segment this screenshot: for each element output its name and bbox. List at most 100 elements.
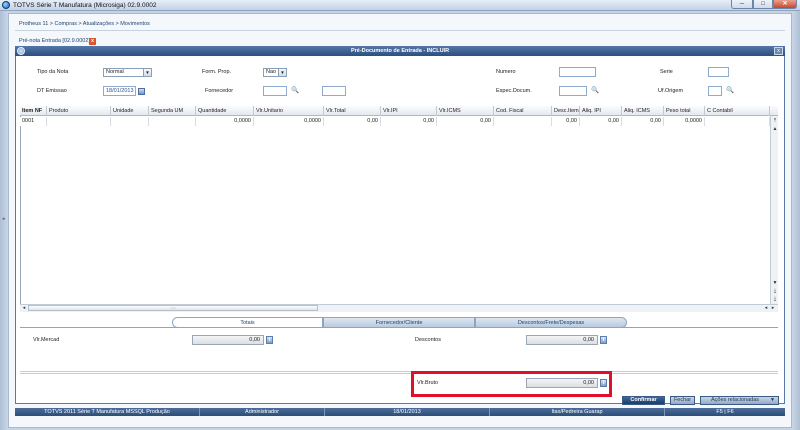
chevron-down-icon: ▼ [770, 397, 775, 403]
grid-header: Item NF Produto Unidade Segunda UM Quant… [20, 106, 778, 116]
col-header[interactable]: Peso total [664, 106, 705, 116]
dialog-globe-icon [17, 47, 25, 55]
col-header[interactable]: Vlr.ICMS [437, 106, 494, 116]
form-prop-label: Form. Prop. [202, 69, 232, 75]
grid-cell[interactable]: 0001 [20, 117, 47, 126]
dt-emissao-label: DT Emissao [37, 88, 67, 94]
close-window-button[interactable]: ✕ [773, 0, 797, 9]
info-icon[interactable]: i [266, 336, 273, 344]
descontos-field: 0,00 [526, 335, 598, 345]
col-header[interactable]: Segunda UM [149, 106, 196, 116]
related-actions-button[interactable]: Ações relacionadas ▼ [700, 396, 779, 405]
grid-cell[interactable]: 0,0000 [664, 117, 705, 126]
grid-cell[interactable] [47, 117, 111, 126]
chevron-down-icon: ▼ [278, 69, 286, 76]
scroll-left-icon[interactable]: ◂ [20, 305, 28, 312]
grid-cell[interactable]: 0,00 [324, 117, 381, 126]
tab-underline [20, 327, 778, 328]
search-icon[interactable]: 🔍 [726, 87, 734, 94]
grid-cell[interactable]: 0,0000 [196, 117, 254, 126]
status-branch: Itax/Pedreira Guarap [490, 408, 665, 416]
table-row[interactable]: 0001 0,0000 0,0000 0,00 0,00 0,00 0,00 0… [20, 117, 778, 126]
col-header[interactable]: Item NF [20, 106, 47, 116]
window-title: TOTVS Série T Manufatura (Microsiga) 02.… [13, 2, 157, 9]
grid-cell[interactable] [705, 117, 770, 126]
status-shortcuts: F5 | F6 [716, 409, 734, 415]
search-icon[interactable]: 🔍 [591, 87, 599, 94]
col-header[interactable]: Cod. Fiscal [494, 106, 552, 116]
scroll-down-icon[interactable]: ▼ [771, 280, 779, 287]
grid-cell[interactable]: 0,0000 [254, 117, 324, 126]
uf-origem-input[interactable] [708, 86, 722, 96]
tipo-nota-label: Tipo da Nota [37, 69, 69, 75]
items-grid[interactable] [20, 106, 778, 312]
document-tab[interactable]: Pré-nota Entrada [02.9.0002] [19, 38, 90, 44]
status-bar: TOTVS 2011 Série T Manufatura MSSQL Prod… [15, 408, 785, 416]
espec-docum-input[interactable] [559, 86, 587, 96]
fornecedor-label: Fornecedor [205, 88, 234, 94]
expand-icon: ◂ [2, 216, 5, 222]
right-edge [792, 11, 800, 430]
grid-cell[interactable] [149, 117, 196, 126]
dialog-close-icon[interactable]: x [774, 47, 783, 55]
numero-label: Numero [496, 69, 516, 75]
col-header[interactable]: Produto [47, 106, 111, 116]
uf-origem-label: Uf.Origem [658, 88, 684, 94]
descontos-label: Descontos [415, 337, 441, 343]
status-environment: TOTVS 2011 Série T Manufatura MSSQL Prod… [15, 408, 200, 416]
minimize-button[interactable]: ─ [731, 0, 753, 9]
form-prop-select[interactable]: Nao ▼ [263, 68, 287, 77]
form-prop-value: Nao [266, 69, 277, 75]
app-icon [2, 1, 10, 9]
scroll-page-down-icon[interactable]: ⤓ [771, 288, 779, 295]
dialog-title: Pré-Documento de Entrada - INCLUIR [15, 46, 785, 56]
scroll-right-icon[interactable]: ▸ [769, 305, 777, 312]
tipo-nota-value: Normal [106, 69, 124, 75]
col-header[interactable]: Desc.Item [552, 106, 580, 116]
scroll-top-icon[interactable]: ⤒ [771, 118, 779, 125]
dt-emissao-input[interactable]: 18/01/2013 [103, 86, 136, 96]
scroll-thumb[interactable]: :::::: [28, 305, 318, 311]
col-header[interactable]: Unidade [111, 106, 149, 116]
info-icon[interactable]: i [600, 336, 607, 344]
search-icon[interactable]: 🔍 [291, 87, 299, 94]
breadcrumb[interactable]: Protheus 11 > Compras > Atualizações > M… [19, 21, 150, 27]
col-header[interactable]: Vlr.Unitario [254, 106, 324, 116]
related-actions-label: Ações relacionadas [711, 397, 760, 403]
divider [15, 30, 785, 31]
grid-cell[interactable]: 0,00 [381, 117, 437, 126]
grid-cell[interactable]: 0,00 [552, 117, 580, 126]
col-header[interactable]: Vlr.IPI [381, 106, 437, 116]
grid-cell[interactable] [494, 117, 552, 126]
scroll-up-icon[interactable]: ▲ [771, 126, 779, 133]
fornecedor-loja-input[interactable] [322, 86, 346, 96]
maximize-button[interactable]: □ [753, 0, 773, 9]
col-header[interactable]: Aliq. ICMS [622, 106, 664, 116]
calendar-icon[interactable] [138, 88, 145, 95]
grid-cell[interactable]: 0,00 [580, 117, 622, 126]
espec-docum-label: Espec.Docum. [496, 88, 532, 94]
scroll-bottom-icon[interactable]: ⤓ [771, 296, 779, 303]
grid-cell[interactable]: 0,00 [622, 117, 664, 126]
close-button[interactable]: Fechar [670, 396, 695, 405]
tipo-nota-select[interactable]: Normal ▼ [103, 68, 152, 77]
numero-input[interactable] [559, 67, 596, 77]
grid-cell[interactable]: 0,00 [437, 117, 494, 126]
grid-vertical-scrollbar[interactable]: ⤒ ▲ ▼ ⤓ ⤓ [770, 116, 778, 304]
fornecedor-input[interactable] [263, 86, 287, 96]
grid-cell[interactable] [111, 117, 149, 126]
confirm-button[interactable]: Confirmar [622, 396, 665, 405]
serie-label: Serie [660, 69, 673, 75]
highlight-box [411, 371, 612, 397]
serie-input[interactable] [708, 67, 729, 77]
divider [20, 371, 778, 374]
col-header[interactable]: Quantidade [196, 106, 254, 116]
col-header[interactable]: Aliq. IPI [580, 106, 622, 116]
col-header[interactable]: C Contabil [705, 106, 770, 116]
left-panel-toggle[interactable]: ◂ [0, 11, 8, 430]
col-header[interactable]: Vlr.Total [324, 106, 381, 116]
vlr-mercad-label: Vlr.Mercad [33, 337, 60, 343]
close-tab-icon[interactable]: x [89, 38, 96, 45]
vlr-mercad-field: 0,00 [192, 335, 264, 345]
status-user: Administrador [200, 408, 325, 416]
